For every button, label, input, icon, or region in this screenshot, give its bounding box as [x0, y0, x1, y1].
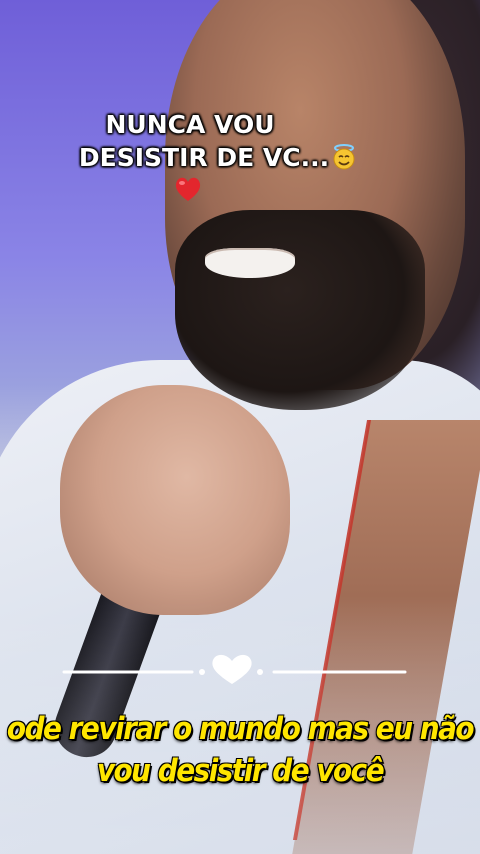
lyrics-line-2: vou desistir de você [96, 753, 385, 789]
caption-line-2-text: DESISTIR DE VC... [78, 143, 330, 172]
lyrics-subtitle: ode revirar o mundo mas eu não vou desis… [0, 708, 480, 792]
divider-dot-left [199, 669, 205, 675]
red-heart-icon [175, 177, 201, 201]
lyrics-line-1: ode revirar o mundo mas eu não [6, 711, 475, 747]
caption-line-1: NUNCA VOU [105, 110, 275, 139]
divider-dot-right [257, 669, 263, 675]
heart-icon [212, 654, 252, 684]
smiling-face-with-halo-icon [333, 144, 355, 170]
overlay-caption: NUNCA VOU DESISTIR DE VC... [0, 108, 380, 204]
caption-line-2: DESISTIR DE VC... [28, 141, 408, 174]
heart-divider [62, 654, 407, 684]
